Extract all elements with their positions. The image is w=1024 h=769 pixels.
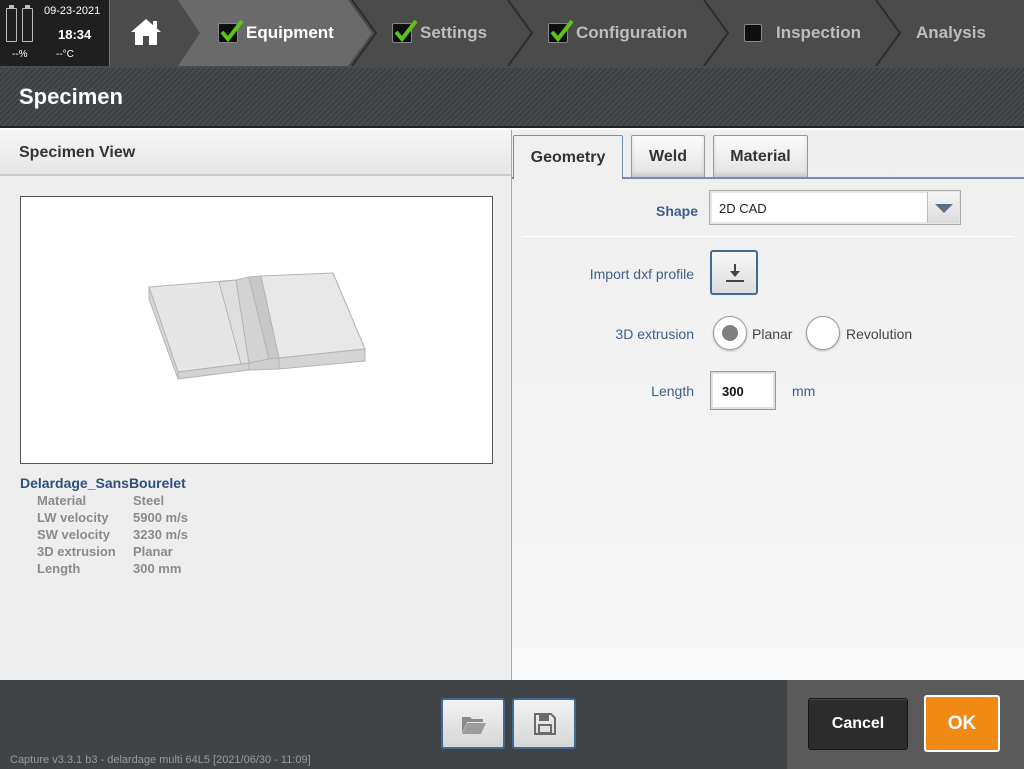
specimen-view-panel: Specimen View Delardage_SansBourelet Mat…	[0, 130, 512, 680]
step-settings[interactable]: Settings	[392, 0, 487, 66]
status-date: 09-23-2021	[44, 5, 101, 17]
length-unit: mm	[792, 383, 816, 399]
step-separator	[703, 0, 730, 66]
step-separator	[875, 0, 902, 66]
check-icon	[548, 19, 574, 43]
specimen-3d-viewer[interactable]	[20, 196, 493, 464]
step-label: Inspection	[776, 23, 862, 42]
property-label: SW velocity	[37, 527, 110, 542]
radio-revolution[interactable]	[806, 316, 840, 350]
step-configuration[interactable]: Configuration	[548, 0, 687, 66]
property-value: 3230 m/s	[133, 527, 188, 542]
tab-material[interactable]: Material	[713, 135, 808, 177]
shape-label: Shape	[655, 203, 698, 219]
step-separator	[507, 0, 534, 66]
unchecked-box-icon	[744, 24, 762, 42]
divider	[522, 236, 1014, 237]
panel-title: Specimen View	[19, 144, 136, 161]
status-time: 18:34	[58, 27, 92, 42]
radio-planar[interactable]	[713, 316, 747, 350]
step-label: Configuration	[576, 23, 688, 42]
tab-geometry[interactable]: Geometry	[513, 135, 623, 179]
property-label: 3D extrusion	[37, 544, 116, 559]
battery-icon	[22, 5, 33, 42]
home-button[interactable]	[110, 0, 178, 66]
radio-revolution-label[interactable]: Revolution	[846, 326, 912, 342]
save-file-button[interactable]	[512, 698, 576, 749]
specimen-3d-model	[148, 272, 366, 380]
cancel-button[interactable]: Cancel	[808, 698, 908, 750]
length-label: Length	[651, 383, 694, 399]
status-panel: 09-23-2021 18:34 --% --°C	[0, 0, 110, 66]
shape-dropdown[interactable]: 2D CAD	[709, 190, 961, 225]
property-value: Steel	[133, 493, 165, 508]
home-icon	[131, 19, 161, 45]
specimen-settings-panel: Geometry Weld Material Shape 2D CAD Impo…	[512, 130, 1024, 680]
bottom-bar: Cancel OK Capture v3.3.1 b3 - delardage …	[0, 680, 1024, 769]
step-label: Settings	[420, 23, 488, 42]
step-label: Equipment	[246, 23, 334, 42]
property-label: LW velocity	[37, 510, 109, 525]
check-icon	[218, 19, 244, 43]
page-title: Specimen	[19, 84, 123, 109]
specimen-name: Delardage_SansBourelet	[20, 475, 186, 491]
ok-button[interactable]: OK	[924, 695, 1000, 752]
download-icon	[726, 264, 744, 282]
panel-header: Specimen View	[0, 130, 511, 176]
temperature-readout: --°C	[56, 49, 74, 60]
folder-open-icon	[462, 717, 486, 734]
version-info: Capture v3.3.1 b3 - delardage multi 64L5…	[10, 754, 311, 766]
radio-planar-label[interactable]: Planar	[752, 326, 792, 342]
step-equipment[interactable]: Equipment	[218, 0, 334, 66]
extrusion-label: 3D extrusion	[615, 326, 694, 342]
save-icon	[534, 713, 556, 735]
title-bar: Specimen	[0, 68, 1024, 128]
length-input[interactable]: 300	[710, 371, 776, 410]
import-dxf-label: Import dxf profile	[589, 266, 694, 282]
chevron-down-icon[interactable]	[927, 192, 959, 223]
property-value: Planar	[133, 544, 173, 559]
property-label: Length	[37, 561, 81, 576]
property-value: 300 mm	[133, 561, 182, 576]
property-value: 5900 m/s	[133, 510, 188, 525]
step-inspection[interactable]: Inspection	[744, 0, 861, 66]
property-label: Material	[37, 493, 87, 508]
battery-icon	[6, 5, 17, 42]
step-label: Analysis	[916, 23, 986, 42]
import-dxf-button[interactable]	[710, 250, 758, 295]
check-icon	[392, 19, 418, 43]
top-navigation-bar: 09-23-2021 18:34 --% --°C Equipment Sett…	[0, 0, 1024, 68]
tab-weld[interactable]: Weld	[631, 135, 705, 177]
open-file-button[interactable]	[441, 698, 505, 749]
step-analysis[interactable]: Analysis	[908, 0, 986, 66]
step-separator	[351, 0, 378, 66]
battery-level: --%	[12, 49, 28, 60]
shape-selected-value: 2D CAD	[719, 201, 767, 216]
